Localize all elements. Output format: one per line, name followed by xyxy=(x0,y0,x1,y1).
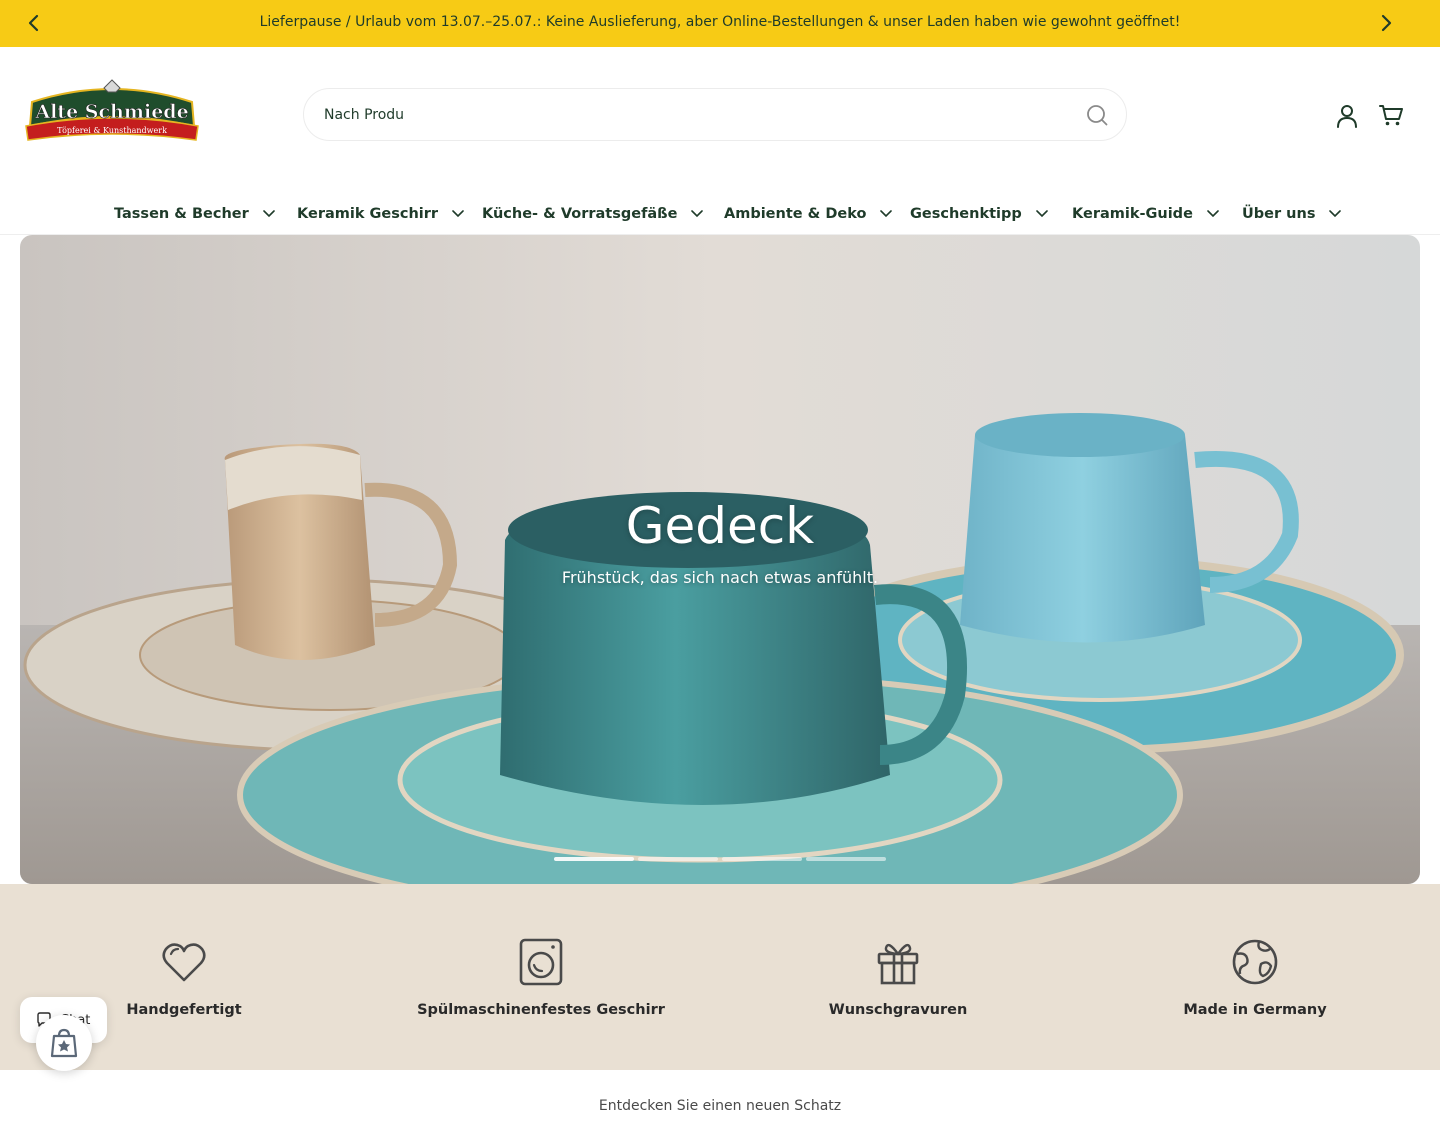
announcement-bar: Lieferpause / Urlaub vom 13.07.–25.07.: … xyxy=(0,0,1440,47)
slide-dot-3[interactable] xyxy=(722,857,802,861)
chevron-down-icon xyxy=(880,210,893,218)
hero-title: Gedeck xyxy=(625,497,815,555)
feature-made-in-germany: Made in Germany xyxy=(1075,884,1435,1070)
chevron-down-icon xyxy=(1207,210,1219,218)
nav-item-ambiente-deko[interactable]: Ambiente & Deko xyxy=(724,206,893,222)
search-bar xyxy=(303,88,1127,141)
feature-label: Spülmaschinenfestes Geschirr xyxy=(417,1002,665,1018)
chevron-down-icon xyxy=(262,210,275,218)
nav-item-keramik-guide[interactable]: Keramik-Guide xyxy=(1072,206,1219,222)
slide-dot-2[interactable] xyxy=(638,857,718,861)
hero-banner[interactable]: Gedeck Frühstück, das sich nach etwas an… xyxy=(20,235,1420,884)
nav-item-keramik-geschirr[interactable]: Keramik Geschirr xyxy=(297,206,464,222)
cart-icon[interactable] xyxy=(1378,103,1404,127)
nav-item-label: Küche- & Vorratsgefäße xyxy=(482,206,678,222)
announcement-next-button[interactable] xyxy=(1373,10,1399,36)
nav-item-geschenktipp[interactable]: Geschenktipp xyxy=(910,206,1048,222)
chevron-down-icon xyxy=(691,210,704,218)
feature-spuelmaschinenfest: Spülmaschinenfestes Geschirr xyxy=(361,884,721,1070)
feature-label: Made in Germany xyxy=(1183,1002,1327,1018)
chevron-right-icon xyxy=(1381,14,1392,32)
main-navigation: Tassen & Becher Keramik Geschirr Küche- … xyxy=(0,196,1440,235)
search-icon[interactable] xyxy=(1086,104,1108,126)
hero-image xyxy=(20,235,1420,884)
gift-icon xyxy=(877,943,919,985)
chevron-down-icon xyxy=(452,210,464,218)
hero-subtitle: Frühstück, das sich nach etwas anfühlt. xyxy=(561,568,879,587)
nav-item-kueche-vorratsgefaesse[interactable]: Küche- & Vorratsgefäße xyxy=(482,206,704,222)
logo-wordmark: Alte Schmiede xyxy=(34,101,188,123)
section-heading: Entdecken Sie einen neuen Schatz xyxy=(598,1098,842,1114)
nav-item-label: Keramik-Guide xyxy=(1072,206,1193,222)
feature-wunschgravuren: Wunschgravuren xyxy=(718,884,1078,1070)
chevron-down-icon xyxy=(1329,210,1342,218)
chevron-down-icon xyxy=(1035,210,1048,218)
search-input[interactable] xyxy=(324,89,1064,140)
slide-indicators xyxy=(554,857,886,861)
user-icon[interactable] xyxy=(1335,103,1359,129)
logo-subtext: Töpferei & Kunsthandwerk xyxy=(57,126,167,135)
shopping-bag-badge-icon xyxy=(50,1028,78,1058)
washing-machine-icon xyxy=(519,938,563,986)
slide-dot-1[interactable] xyxy=(554,857,634,861)
heart-icon xyxy=(162,943,206,982)
store-logo[interactable]: Alte Schmiede Töpferei & Kunsthandwerk xyxy=(24,78,200,148)
globe-icon xyxy=(1232,939,1278,985)
nav-item-label: Über uns xyxy=(1242,206,1316,222)
nav-item-label: Ambiente & Deko xyxy=(724,206,867,222)
nav-item-tassen-becher[interactable]: Tassen & Becher xyxy=(114,206,275,222)
announcement-text: Lieferpause / Urlaub vom 13.07.–25.07.: … xyxy=(259,14,1181,30)
nav-item-ueber-uns[interactable]: Über uns xyxy=(1242,206,1342,222)
nav-item-label: Keramik Geschirr xyxy=(297,206,439,222)
features-strip: Handgefertigt Spülmaschinenfestes Geschi… xyxy=(0,884,1440,1070)
feature-label: Wunschgravuren xyxy=(828,1002,968,1018)
nav-item-label: Tassen & Becher xyxy=(114,206,249,222)
nav-item-label: Geschenktipp xyxy=(910,206,1022,222)
slide-dot-4[interactable] xyxy=(806,857,886,861)
shop-badge-button[interactable] xyxy=(36,1015,92,1071)
